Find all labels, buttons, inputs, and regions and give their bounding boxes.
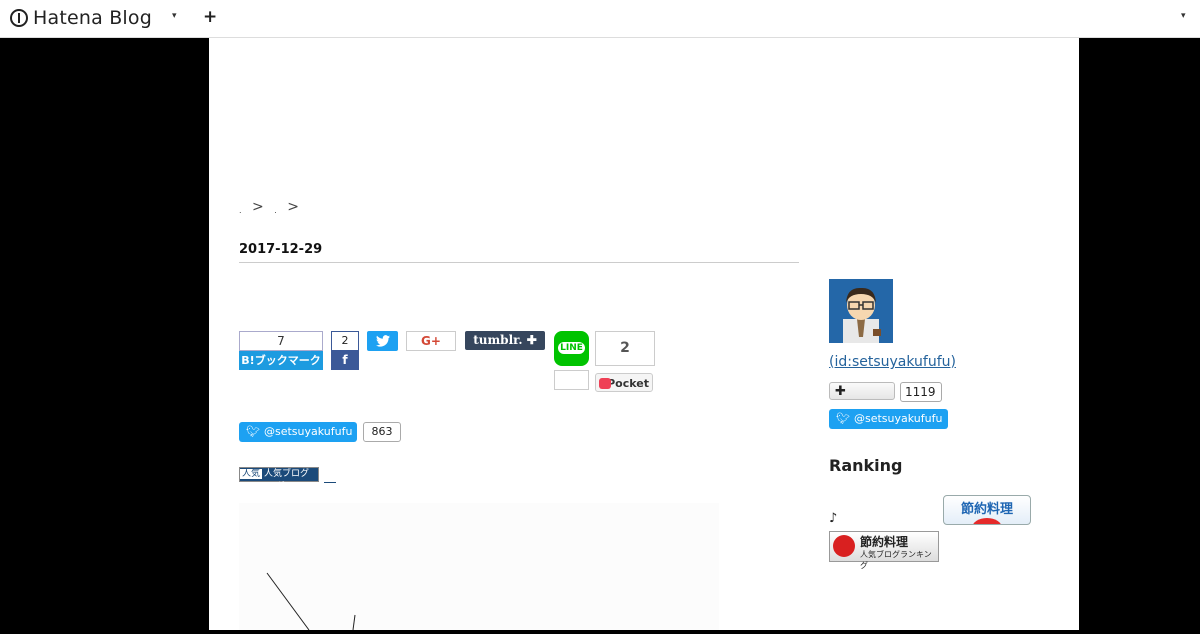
twitter-follow-button[interactable]: 🐦︎ @setsuyakufufu (239, 422, 357, 442)
ranking-badge: 人気 (240, 469, 263, 479)
profile-id-link[interactable]: (id:setsuyakufufu) (829, 354, 956, 370)
brand-text: Hatena Blog (33, 7, 152, 29)
pocket-count[interactable]: 2 (595, 331, 655, 366)
hatena-logo-icon (10, 9, 28, 27)
breadcrumb-item[interactable]: . (274, 206, 277, 215)
breadcrumb-separator: > (287, 199, 299, 215)
sidebar-twitter-follow-button[interactable]: 🐦︎ @setsuyakufufu (829, 409, 948, 429)
add-button[interactable]: + (203, 7, 217, 27)
facebook-share-count[interactable]: 2 (331, 331, 359, 351)
global-header: Hatena Blog ▾ + ▾ (0, 0, 1200, 38)
hatena-bookmark-count[interactable]: 7 (239, 331, 323, 351)
twitter-bird-icon: 🐦︎ (246, 425, 260, 438)
hatena-blog-logo[interactable]: Hatena Blog (10, 6, 152, 30)
sidebar-twitter-handle: @setsuyakufufu (853, 412, 943, 425)
divider (239, 262, 799, 263)
breadcrumb: . > . > (239, 199, 305, 215)
facebook-share-button[interactable]: f (331, 351, 359, 370)
breadcrumb-item[interactable]: . (239, 206, 242, 215)
pocket-label: Pocket (607, 377, 649, 390)
music-note: ♪ (829, 511, 838, 526)
facebook-icon: f (342, 353, 348, 367)
setsuyaku-banner-title: 節約料理 (860, 535, 909, 549)
line-share-button[interactable]: LINE (554, 331, 589, 366)
setsuyaku-ryouri-banner[interactable]: 節約料理 (943, 495, 1031, 525)
twitter-share-button[interactable] (367, 331, 398, 351)
sketch-illustration (266, 572, 356, 631)
menu-caret-icon[interactable]: ▾ (172, 11, 177, 21)
line-icon: LINE (558, 342, 585, 354)
twitter-follower-count[interactable]: 863 (363, 422, 401, 442)
ranking-logo-icon (833, 535, 855, 557)
setsuyaku-banner-sub: 人気ブログランキング (860, 550, 932, 570)
twitter-bird-icon: 🐦︎ (836, 412, 850, 425)
twitter-handle: @setsuyakufufu (263, 425, 353, 438)
ranking-link[interactable] (324, 470, 336, 483)
subscriber-count[interactable]: 1119 (900, 382, 942, 402)
avatar[interactable] (829, 279, 893, 343)
pocket-button[interactable]: Pocket (595, 373, 653, 392)
entry-date[interactable]: 2017-12-29 (239, 242, 322, 257)
blog-page: . > . > 2017-12-29 7 B!ブックマーク 2 f G+ tum… (209, 38, 1079, 631)
googleplus-share-button[interactable]: G+ (406, 331, 456, 351)
user-avatar-icon (829, 279, 893, 343)
breadcrumb-separator: > (252, 199, 264, 215)
hatena-bookmark-button[interactable]: B!ブックマーク (239, 351, 323, 370)
line-share-count (554, 370, 589, 390)
setsuyaku-ranking-banner[interactable]: 節約料理 人気ブログランキング (829, 531, 939, 570)
subscribe-button[interactable]: ✚ (829, 382, 895, 400)
ranking-heading: Ranking (829, 456, 903, 475)
user-menu-caret-icon[interactable]: ▾ (1181, 11, 1186, 21)
entry-image (239, 503, 719, 631)
pocket-icon (599, 378, 611, 389)
blog-ranking-banner[interactable]: 人気 人気ブログランキング (239, 467, 319, 492)
twitter-bird-icon (375, 335, 390, 347)
tumblr-share-button[interactable]: tumblr. ✚ (465, 331, 545, 350)
